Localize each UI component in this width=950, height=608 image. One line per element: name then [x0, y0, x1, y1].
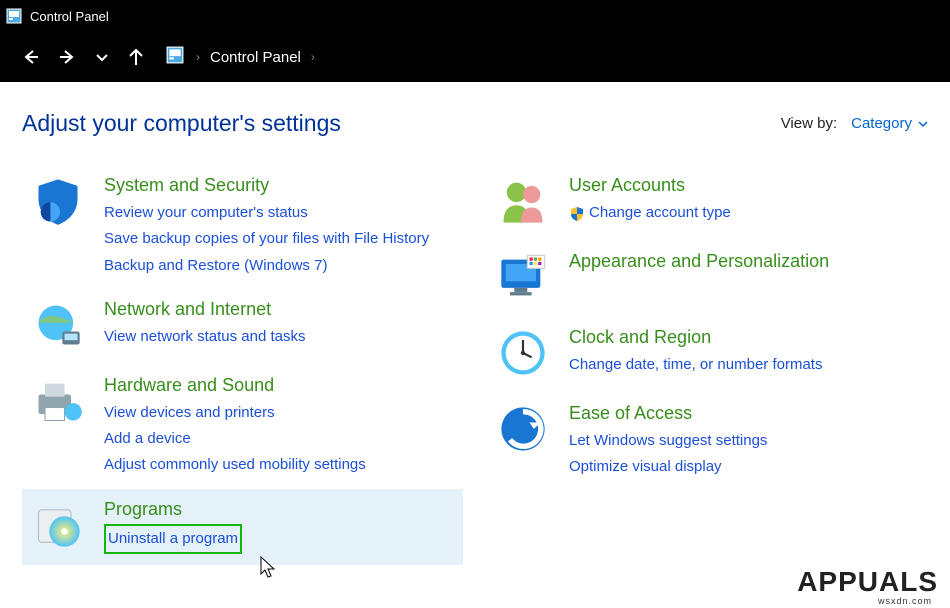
- uac-shield-icon: [569, 205, 585, 221]
- watermark-sub: wsxdn.com: [878, 596, 932, 606]
- nav-back-button[interactable]: [14, 41, 46, 73]
- category-title[interactable]: System and Security: [104, 175, 455, 196]
- view-by-label: View by:: [781, 115, 837, 132]
- disc-programs-icon: [30, 499, 86, 555]
- category-link[interactable]: Change account type: [569, 200, 731, 226]
- category-link[interactable]: Adjust commonly used mobility settings: [104, 452, 366, 478]
- category-link-uninstall-program[interactable]: Uninstall a program: [108, 526, 238, 552]
- monitor-customize-icon: [495, 251, 551, 307]
- breadcrumb-root[interactable]: Control Panel: [210, 49, 301, 66]
- category-column-left: System and Security Review your computer…: [22, 165, 463, 565]
- category-grid: System and Security Review your computer…: [22, 165, 928, 565]
- users-icon: [495, 175, 551, 231]
- category-title[interactable]: User Accounts: [569, 175, 920, 196]
- category-appearance: Appearance and Personalization: [487, 241, 928, 317]
- category-link[interactable]: Change date, time, or number formats: [569, 352, 822, 378]
- watermark: APPUALS wsxdn.com: [797, 566, 938, 598]
- category-programs: Programs Uninstall a program: [22, 489, 463, 565]
- category-title[interactable]: Ease of Access: [569, 403, 920, 424]
- control-panel-icon: [166, 46, 184, 68]
- category-title[interactable]: Hardware and Sound: [104, 375, 455, 396]
- settings-header: Adjust your computer's settings View by:…: [22, 110, 928, 137]
- category-title[interactable]: Clock and Region: [569, 327, 920, 348]
- navigation-bar: › Control Panel ›: [0, 32, 950, 82]
- category-link[interactable]: View devices and printers: [104, 400, 275, 426]
- view-by-value: Category: [851, 115, 912, 132]
- nav-up-button[interactable]: [120, 41, 152, 73]
- category-user-accounts: User Accounts Change: [487, 165, 928, 241]
- category-title[interactable]: Network and Internet: [104, 299, 455, 320]
- control-panel-icon: [6, 8, 22, 24]
- category-link[interactable]: Backup and Restore (Windows 7): [104, 253, 327, 279]
- content-area: Adjust your computer's settings View by:…: [0, 82, 950, 565]
- breadcrumb-separator-icon: ›: [196, 50, 200, 64]
- category-link[interactable]: View network status and tasks: [104, 324, 306, 350]
- category-title[interactable]: Appearance and Personalization: [569, 251, 920, 272]
- category-link[interactable]: Optimize visual display: [569, 454, 722, 480]
- printer-hardware-icon: [30, 375, 86, 431]
- category-hardware-sound: Hardware and Sound View devices and prin…: [22, 365, 463, 489]
- category-network-internet: Network and Internet View network status…: [22, 289, 463, 365]
- view-by-dropdown[interactable]: Category: [851, 115, 928, 132]
- category-system-security: System and Security Review your computer…: [22, 165, 463, 289]
- category-ease-of-access: Ease of Access Let Windows suggest setti…: [487, 393, 928, 491]
- clock-icon: [495, 327, 551, 383]
- chevron-down-icon: [918, 119, 928, 129]
- breadcrumb-separator-icon: ›: [311, 50, 315, 64]
- breadcrumb[interactable]: › Control Panel ›: [166, 46, 315, 68]
- view-by-control: View by: Category: [781, 115, 928, 132]
- category-link[interactable]: Let Windows suggest settings: [569, 428, 767, 454]
- category-clock-region: Clock and Region Change date, time, or n…: [487, 317, 928, 393]
- nav-recent-dropdown[interactable]: [90, 41, 114, 73]
- window-titlebar: Control Panel: [0, 0, 950, 32]
- shield-icon: [30, 175, 86, 231]
- nav-forward-button[interactable]: [52, 41, 84, 73]
- ease-of-access-icon: [495, 403, 551, 459]
- category-title[interactable]: Programs: [104, 499, 455, 520]
- category-link[interactable]: Save backup copies of your files with Fi…: [104, 226, 429, 252]
- globe-network-icon: [30, 299, 86, 355]
- category-link[interactable]: Add a device: [104, 426, 191, 452]
- window-title: Control Panel: [30, 9, 109, 24]
- category-column-right: User Accounts Change: [487, 165, 928, 565]
- category-link[interactable]: Review your computer's status: [104, 200, 308, 226]
- page-title: Adjust your computer's settings: [22, 110, 341, 137]
